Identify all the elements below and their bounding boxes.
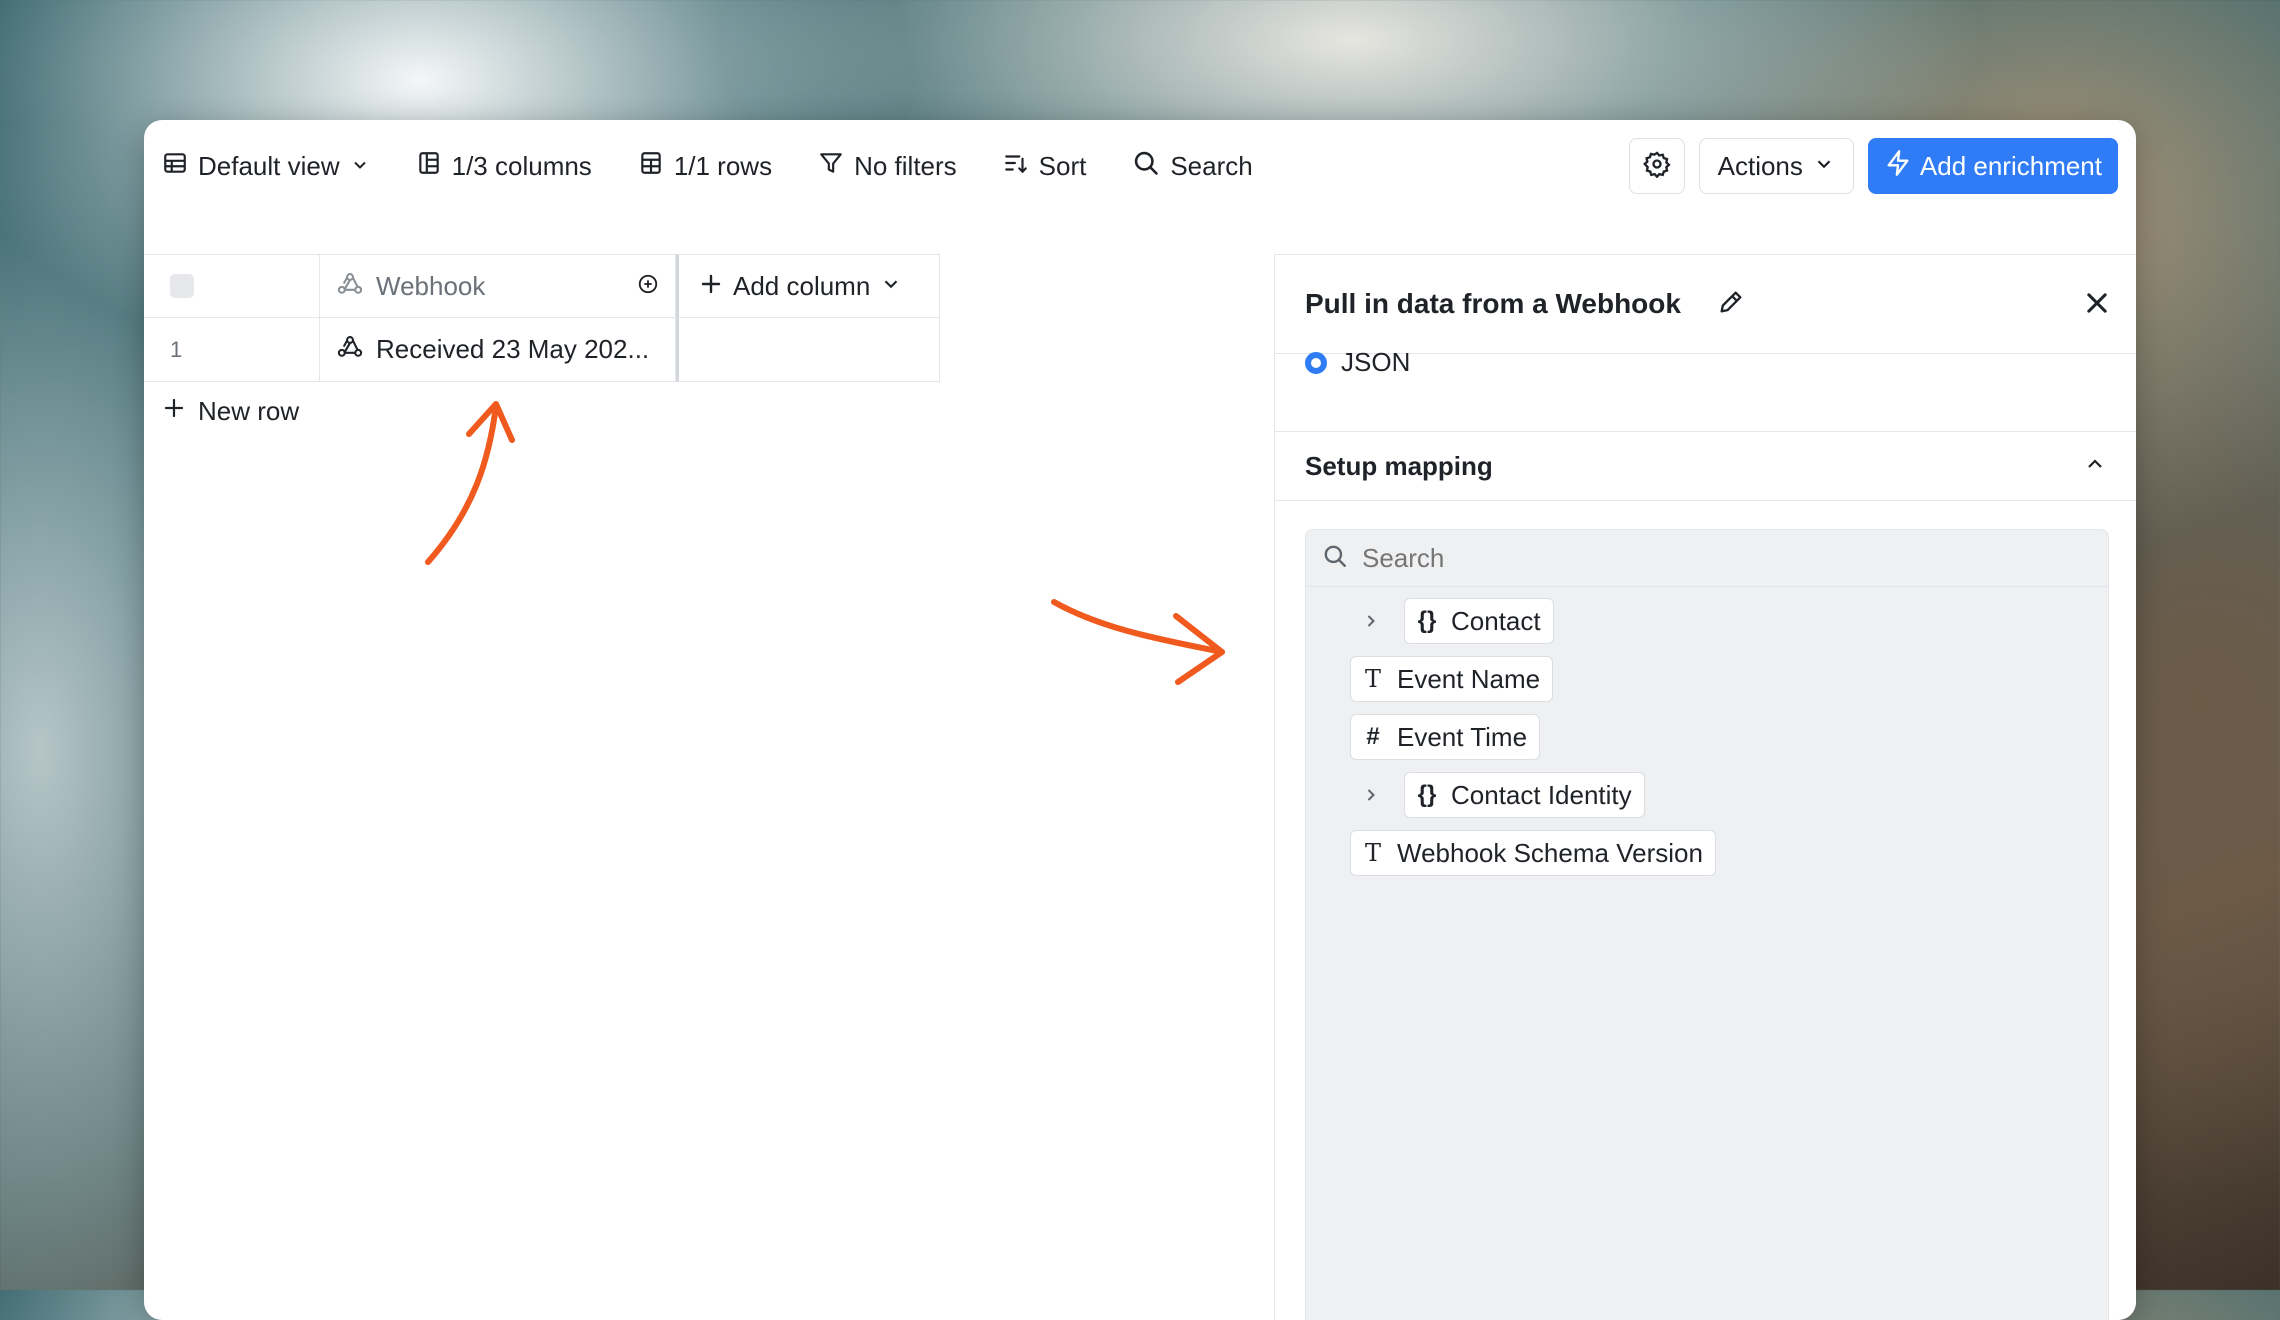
- radio-selected[interactable]: [1305, 351, 1327, 374]
- webhook-icon: [336, 270, 364, 303]
- table-header-row: Webhook Add column: [144, 254, 940, 318]
- view-selector[interactable]: Default view: [162, 150, 370, 183]
- mapping-field-list: {} Contact T Event Name # Event Time: [1305, 529, 2109, 1320]
- field-chip[interactable]: # Event Time: [1350, 714, 1541, 760]
- webhook-cell[interactable]: Received 23 May 202...: [320, 318, 676, 382]
- field-label: Event Time: [1397, 721, 1528, 752]
- column-header-webhook[interactable]: Webhook: [320, 254, 676, 318]
- section-title: Setup mapping: [1305, 450, 1493, 481]
- sort-icon: [1003, 150, 1029, 183]
- plus-icon: [162, 396, 186, 427]
- plus-icon: [699, 272, 723, 301]
- search-label: Search: [1170, 150, 1253, 181]
- webhook-cell-value: Received 23 May 202...: [376, 334, 650, 364]
- annotation-arrow-right: [1051, 599, 1225, 685]
- rows-label: 1/1 rows: [673, 150, 773, 181]
- field-event-time[interactable]: # Event Time: [1350, 714, 1541, 760]
- filters-label: No filters: [854, 150, 957, 181]
- column-header-label: Webhook: [376, 270, 486, 301]
- row-number: 1: [170, 336, 183, 362]
- search-button[interactable]: Search: [1132, 149, 1253, 184]
- sort-label: Sort: [1038, 150, 1087, 181]
- mapping-search-input[interactable]: [1360, 541, 2064, 575]
- webhook-icon: [336, 333, 364, 366]
- field-chip[interactable]: T Webhook Schema Version: [1350, 830, 1716, 876]
- field-event-name[interactable]: T Event Name: [1350, 656, 1554, 702]
- chevron-up-icon[interactable]: [2083, 452, 2107, 481]
- empty-cell[interactable]: [676, 318, 940, 382]
- braces-icon: {}: [1417, 607, 1437, 634]
- annotation-arrow-up: [425, 401, 515, 565]
- chevron-down-icon: [350, 151, 370, 182]
- toolbar-right-group: Actions Add enrichment: [1628, 138, 2118, 194]
- add-enrichment-label: Add enrichment: [1919, 150, 2102, 181]
- field-label: Contact Identity: [1451, 779, 1632, 810]
- search-icon: [1132, 149, 1160, 184]
- sort-button[interactable]: Sort: [1003, 150, 1087, 183]
- table-icon: [162, 150, 188, 183]
- view-label: Default view: [198, 150, 340, 181]
- gear-icon: [1642, 150, 1671, 183]
- add-enrichment-button[interactable]: Add enrichment: [1867, 138, 2118, 194]
- rows-icon: [638, 150, 664, 183]
- row-number-cell: 1: [144, 318, 320, 382]
- add-column-label: Add column: [733, 270, 871, 301]
- app-window: Default view 1/3 columns 1/1 rows No fil…: [144, 120, 2136, 1320]
- format-option-json[interactable]: JSON: [1305, 347, 1410, 378]
- panel-header: Pull in data from a Webhook: [1275, 255, 2136, 354]
- add-column-button[interactable]: Add column: [676, 254, 940, 318]
- close-icon[interactable]: [2083, 289, 2111, 322]
- field-chip[interactable]: {} Contact: [1404, 598, 1554, 644]
- hash-icon: #: [1366, 723, 1380, 750]
- search-icon: [1322, 543, 1348, 574]
- field-contact-identity[interactable]: {} Contact Identity: [1358, 772, 1645, 818]
- rows-button[interactable]: 1/1 rows: [638, 150, 772, 183]
- lightning-icon: [1884, 149, 1912, 184]
- panel-title: Pull in data from a Webhook: [1305, 288, 1681, 319]
- field-contact[interactable]: {} Contact: [1358, 598, 1554, 644]
- mapping-search[interactable]: [1306, 530, 2108, 587]
- select-all-checkbox[interactable]: [170, 274, 194, 298]
- webhook-side-panel: Pull in data from a Webhook JSON Setup m…: [1274, 254, 2136, 1320]
- field-webhook-schema-version[interactable]: T Webhook Schema Version: [1350, 830, 1716, 876]
- select-all-cell: [144, 254, 320, 318]
- toolbar: Default view 1/3 columns 1/1 rows No fil…: [144, 120, 2136, 212]
- setup-mapping-section-header[interactable]: Setup mapping: [1275, 431, 2136, 501]
- columns-label: 1/3 columns: [451, 150, 592, 181]
- chevron-down-icon: [880, 273, 902, 300]
- actions-label: Actions: [1717, 150, 1803, 181]
- columns-button[interactable]: 1/3 columns: [416, 150, 592, 183]
- field-label: Webhook Schema Version: [1397, 837, 1703, 868]
- settings-button[interactable]: [1628, 138, 1685, 194]
- actions-dropdown[interactable]: Actions: [1698, 138, 1854, 194]
- filters-button[interactable]: No filters: [818, 150, 957, 183]
- braces-icon: {}: [1417, 781, 1437, 808]
- chevron-down-icon: [1813, 151, 1835, 182]
- chevron-right-icon[interactable]: [1358, 782, 1384, 808]
- field-label: Contact: [1451, 605, 1541, 636]
- field-label: Event Name: [1397, 663, 1541, 694]
- add-circle-icon[interactable]: [637, 273, 659, 300]
- table-row[interactable]: 1 Received 23 May 202...: [144, 318, 940, 382]
- filter-icon: [818, 150, 844, 183]
- field-chip[interactable]: {} Contact Identity: [1404, 772, 1645, 818]
- chevron-right-icon[interactable]: [1358, 608, 1384, 634]
- text-T-icon: T: [1364, 839, 1381, 867]
- format-option-label: JSON: [1341, 347, 1411, 377]
- pencil-icon[interactable]: [1717, 288, 1745, 321]
- new-row-label: New row: [198, 396, 300, 426]
- text-T-icon: T: [1364, 665, 1381, 693]
- new-row-button[interactable]: New row: [162, 396, 299, 427]
- data-table: Webhook Add column 1 Received 23 May 202…: [144, 254, 940, 382]
- columns-icon: [416, 150, 442, 183]
- field-chip[interactable]: T Event Name: [1350, 656, 1554, 702]
